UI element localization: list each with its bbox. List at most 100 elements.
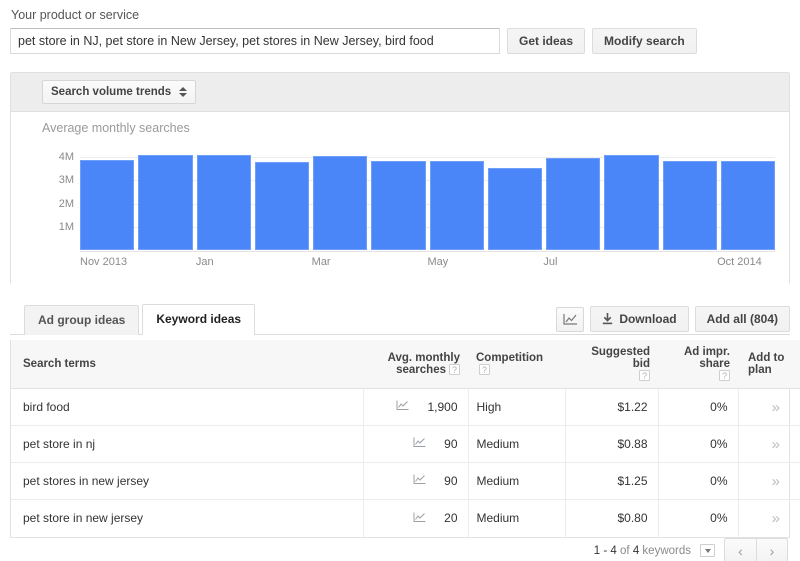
search-section: Your product or service Get ideas Modify… (0, 0, 800, 54)
column-header-search-terms-label: Search terms (23, 358, 96, 370)
search-input[interactable] (10, 28, 500, 54)
pagination-prev-button[interactable]: ‹ (725, 539, 756, 561)
tab-actions: Download Add all (804) (556, 306, 790, 332)
trend-sparkline-icon[interactable] (413, 512, 426, 526)
table-row[interactable]: pet store in nj 90 Medium $0.88 0% » (11, 425, 800, 463)
add-all-button[interactable]: Add all (804) (694, 306, 790, 332)
avg-monthly-searches-value: 90 (444, 436, 458, 451)
chart-bar[interactable] (429, 161, 484, 250)
x-axis-tick-label: Nov 2013 (80, 256, 128, 268)
cell-add-to-plan[interactable]: » (738, 425, 800, 463)
column-header-search-terms[interactable]: Search terms (11, 340, 363, 389)
cell-add-to-plan[interactable]: » (738, 462, 800, 500)
cell-competition: High (468, 388, 566, 426)
table-row[interactable]: bird food 1,900 High $1.22 0% » (11, 388, 800, 426)
download-button[interactable]: Download (590, 306, 689, 332)
pagination-arrows: ‹ › (724, 538, 788, 561)
avg-monthly-searches-value: 90 (444, 473, 458, 488)
cell-avg-monthly-searches: 90 (363, 425, 469, 463)
column-header-add-to-plan: Add to plan (738, 340, 800, 389)
chart-bar[interactable] (604, 155, 659, 250)
cell-avg-monthly-searches: 1,900 (363, 388, 469, 426)
pagination-dropdown-icon[interactable] (700, 544, 715, 557)
table-row[interactable]: pet store in new jersey 20 Medium $0.80 0% » (11, 499, 800, 537)
chart-bar[interactable] (662, 161, 717, 250)
add-to-plan-chevrons-icon[interactable]: » (772, 436, 780, 453)
x-axis-tick-label: May (427, 256, 449, 268)
cell-add-to-plan[interactable]: » (738, 500, 800, 537)
keyword-ideas-table: Search terms Avg. monthly searches? Comp… (11, 340, 800, 537)
help-icon-avg-monthly-searches[interactable]: ? (449, 364, 460, 376)
pagination: 1 - 4 of 4 keywords ‹ › (594, 538, 788, 561)
x-axis-tick-label: Jul (543, 256, 558, 268)
pagination-range: 1 - 4 (593, 544, 617, 557)
cell-avg-monthly-searches: 90 (363, 462, 469, 500)
cell-ad-impr-share: 0% (658, 388, 739, 426)
tab-ad-group-ideas[interactable]: Ad group ideas (24, 305, 140, 335)
column-header-ad-impr-share-label: Ad impr. share (683, 346, 730, 370)
download-icon (603, 313, 613, 325)
keyword-planner-page: Your product or service Get ideas Modify… (0, 0, 800, 561)
trend-sparkline-icon[interactable] (396, 400, 409, 414)
cell-competition: Medium (468, 499, 566, 537)
help-icon-suggested-bid[interactable]: ? (639, 370, 650, 382)
column-header-competition[interactable]: Competition? (468, 340, 565, 389)
chart-plot: 4M 3M 2M 1M Nov 2013 Jan Mar May Jul Oct 2014 (42, 148, 775, 278)
x-axis-tick-label: Mar (311, 256, 331, 268)
pagination-of: of (620, 544, 630, 557)
trend-sparkline-icon[interactable] (413, 474, 426, 488)
column-header-competition-label: Competition (476, 352, 544, 364)
chart-bar[interactable] (138, 155, 193, 250)
column-header-suggested-bid-label: Suggested bid (591, 346, 650, 370)
pagination-next-button[interactable]: › (756, 539, 787, 561)
chart-bar[interactable] (196, 155, 251, 250)
chart-bar[interactable] (720, 161, 775, 250)
avg-monthly-searches-value: 1,900 (427, 399, 458, 414)
chart-bar[interactable] (313, 156, 368, 250)
chart-bar[interactable] (371, 161, 426, 250)
add-to-plan-chevrons-icon[interactable]: » (772, 399, 780, 416)
tabs: Ad group ideas Keyword ideas (24, 304, 256, 335)
cell-suggested-bid: $0.88 (565, 425, 659, 463)
avg-monthly-searches-value: 20 (444, 510, 458, 525)
cell-add-to-plan[interactable]: » (738, 388, 800, 426)
column-header-avg-line1: Avg. monthly (387, 352, 460, 364)
line-chart-icon[interactable] (556, 306, 585, 332)
pagination-summary: 1 - 4 of 4 keywords (594, 545, 691, 557)
pagination-total: 4 (632, 544, 640, 557)
cell-ad-impr-share: 0% (658, 499, 739, 537)
chart-area: Average monthly searches 4M 3M 2M 1M Nov 20… (11, 112, 789, 284)
add-to-plan-chevrons-icon[interactable]: » (772, 510, 780, 527)
help-icon-ad-impr-share[interactable]: ? (719, 370, 730, 382)
x-axis-tick-label: Jan (195, 256, 214, 268)
column-header-avg-monthly-searches[interactable]: Avg. monthly searches? (363, 340, 468, 389)
chart-bar[interactable] (546, 158, 601, 250)
tab-keyword-ideas[interactable]: Keyword ideas (142, 304, 256, 335)
cell-avg-monthly-searches: 20 (363, 499, 469, 537)
column-header-ad-impr-share[interactable]: Ad impr. share? (658, 340, 738, 389)
table-header: Search terms Avg. monthly searches? Comp… (11, 340, 800, 389)
modify-search-button[interactable]: Modify search (592, 28, 697, 54)
chart-type-select[interactable]: Search volume trends (42, 80, 197, 104)
trend-sparkline-icon[interactable] (413, 437, 426, 451)
chart-bar[interactable] (487, 168, 542, 250)
cell-suggested-bid: $0.80 (565, 499, 659, 537)
chevron-updown-icon (179, 87, 188, 97)
cell-search-term: pet stores in new jersey (11, 462, 364, 500)
y-axis-tick-label: 2M (58, 197, 74, 210)
cell-suggested-bid: $1.25 (565, 462, 659, 500)
chart-bar[interactable] (80, 160, 135, 250)
y-axis-tick-label: 1M (58, 220, 74, 233)
column-header-suggested-bid[interactable]: Suggested bid? (565, 340, 658, 389)
search-row: Get ideas Modify search (10, 28, 790, 54)
get-ideas-button[interactable]: Get ideas (507, 28, 586, 54)
cell-search-term: pet store in new jersey (11, 499, 364, 537)
help-icon-competition[interactable]: ? (479, 364, 490, 376)
cell-search-term: pet store in nj (11, 425, 364, 463)
chart-panel-header: Search volume trends (11, 73, 789, 112)
add-to-plan-chevrons-icon[interactable]: » (772, 473, 780, 490)
table-header-row: Search terms Avg. monthly searches? Comp… (11, 340, 800, 389)
chart-bar[interactable] (254, 162, 309, 250)
table-row[interactable]: pet stores in new jersey 90 Medium $1.25 0% » (11, 462, 800, 500)
cell-suggested-bid: $1.22 (565, 388, 659, 426)
